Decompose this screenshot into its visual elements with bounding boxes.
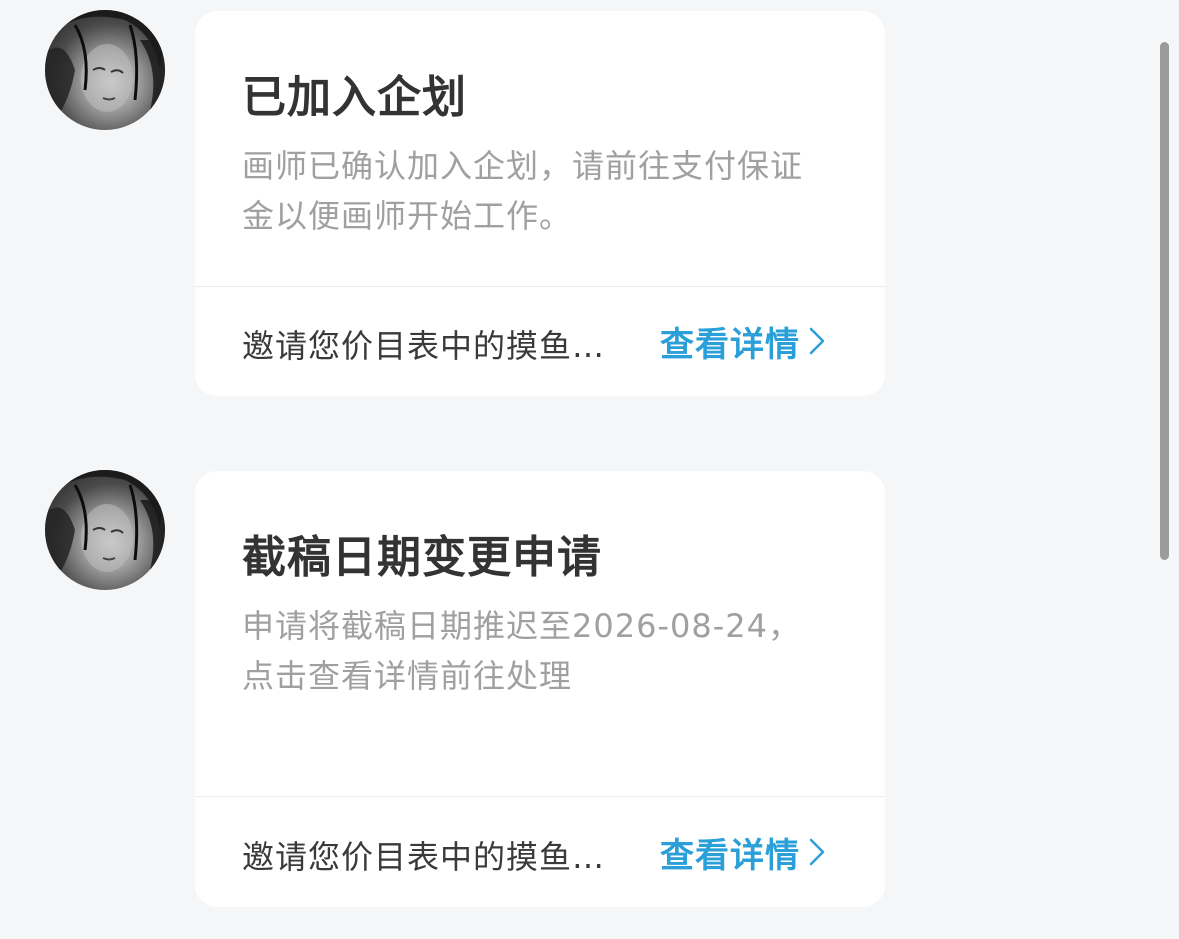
chevron-right-icon: [809, 327, 825, 355]
avatar-image: [45, 470, 165, 590]
view-details-label: 查看详情: [660, 324, 800, 365]
card-footer-text: 邀请您价目表中的摸鱼…: [242, 838, 606, 876]
card-divider: [195, 286, 885, 287]
notification-card: 截稿日期变更申请 申请将截稿日期推迟至2026-08-24，点击查看详情前往处理…: [195, 471, 885, 907]
chevron-right-icon: [809, 838, 825, 866]
view-details-link[interactable]: 查看详情: [660, 828, 826, 876]
card-divider: [195, 796, 885, 797]
card-description: 画师已确认加入企划，请前往支付保证金以便画师开始工作。: [242, 147, 804, 235]
avatar-image: [45, 10, 165, 130]
avatar[interactable]: [45, 10, 165, 130]
card-footer: 邀请您价目表中的摸鱼… 查看详情: [242, 313, 842, 369]
card-title: 已加入企划: [242, 72, 467, 123]
message-list: 已加入企划 画师已确认加入企划，请前往支付保证金以便画师开始工作。 邀请您价目表…: [0, 0, 1179, 939]
scrollbar[interactable]: [1160, 42, 1169, 560]
view-details-link[interactable]: 查看详情: [660, 317, 826, 365]
card-footer-text: 邀请您价目表中的摸鱼…: [242, 327, 606, 365]
card-description: 申请将截稿日期推迟至2026-08-24，点击查看详情前往处理: [242, 607, 801, 695]
card-title: 截稿日期变更申请: [242, 532, 602, 583]
notification-card: 已加入企划 画师已确认加入企划，请前往支付保证金以便画师开始工作。 邀请您价目表…: [195, 11, 885, 396]
view-details-label: 查看详情: [660, 835, 800, 876]
avatar[interactable]: [45, 470, 165, 590]
card-footer: 邀请您价目表中的摸鱼… 查看详情: [242, 824, 842, 880]
